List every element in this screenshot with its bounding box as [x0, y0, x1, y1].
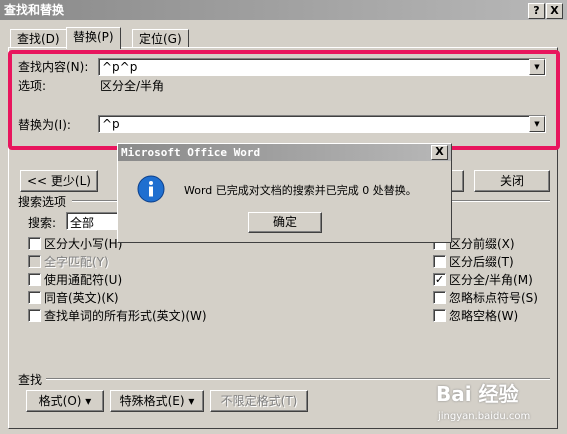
match-suffix-label: 区分后缀(T): [449, 255, 514, 269]
close-button[interactable]: 关闭: [474, 170, 550, 192]
ignore-space-label: 忽略空格(W): [449, 309, 519, 323]
format-button[interactable]: 格式(O) ▾: [26, 390, 104, 412]
search-scope-select[interactable]: 全部: [66, 212, 120, 230]
watermark-url: jingyan.baidu.com: [438, 411, 531, 422]
sounds-like-label: 同音(英文)(K): [44, 291, 119, 305]
ignore-punct-label: 忽略标点符号(S): [449, 291, 538, 305]
tab-find[interactable]: 查找(D): [10, 29, 67, 48]
match-width-checkbox[interactable]: ✓: [433, 273, 446, 286]
message-title: Microsoft Office Word: [121, 146, 261, 159]
close-window-button[interactable]: X: [546, 3, 563, 19]
search-scope-label: 搜索:: [28, 216, 57, 230]
watermark-logo: Bai 经验: [436, 382, 519, 406]
whole-word-checkbox: [28, 255, 41, 268]
ok-button[interactable]: 确定: [248, 212, 322, 233]
match-prefix-label: 区分前缀(X): [449, 237, 515, 251]
match-width-label: 区分全/半角(M): [449, 273, 533, 287]
message-text: Word 已完成对文档的搜索并已完成 0 处替换。: [184, 184, 417, 197]
wildcards-checkbox[interactable]: [28, 273, 41, 286]
message-box: Microsoft Office Word X Word 已完成对文档的搜索并已…: [117, 143, 452, 243]
word-forms-label: 查找单词的所有形式(英文)(W): [44, 309, 207, 323]
message-close-button[interactable]: X: [431, 145, 448, 160]
search-scope-value: 全部: [70, 216, 95, 230]
word-forms-checkbox[interactable]: [28, 309, 41, 322]
title-bar: 查找和替换 ? X: [0, 0, 567, 20]
match-case-checkbox[interactable]: [28, 237, 41, 250]
message-title-bar: Microsoft Office Word X: [118, 144, 451, 161]
highlight-box: [8, 50, 560, 150]
window-title: 查找和替换: [4, 3, 65, 17]
search-options-title: 搜索选项: [18, 195, 67, 209]
less-button[interactable]: << 更少(L): [20, 170, 98, 192]
match-case-label: 区分大小写(H): [44, 237, 123, 251]
help-button[interactable]: ?: [528, 3, 545, 19]
find-section-title: 查找: [18, 373, 43, 387]
special-button[interactable]: 特殊格式(E) ▾: [110, 390, 204, 412]
ignore-space-checkbox[interactable]: [433, 309, 446, 322]
ignore-punct-checkbox[interactable]: [433, 291, 446, 304]
match-suffix-checkbox[interactable]: [433, 255, 446, 268]
sounds-like-checkbox[interactable]: [28, 291, 41, 304]
tab-goto[interactable]: 定位(G): [132, 29, 189, 48]
tab-replace[interactable]: 替换(P): [66, 27, 121, 49]
no-format-button: 不限定格式(T): [210, 390, 308, 412]
wildcards-label: 使用通配符(U): [44, 273, 123, 287]
info-icon: [137, 175, 165, 203]
whole-word-label: 全字匹配(Y): [44, 255, 109, 269]
